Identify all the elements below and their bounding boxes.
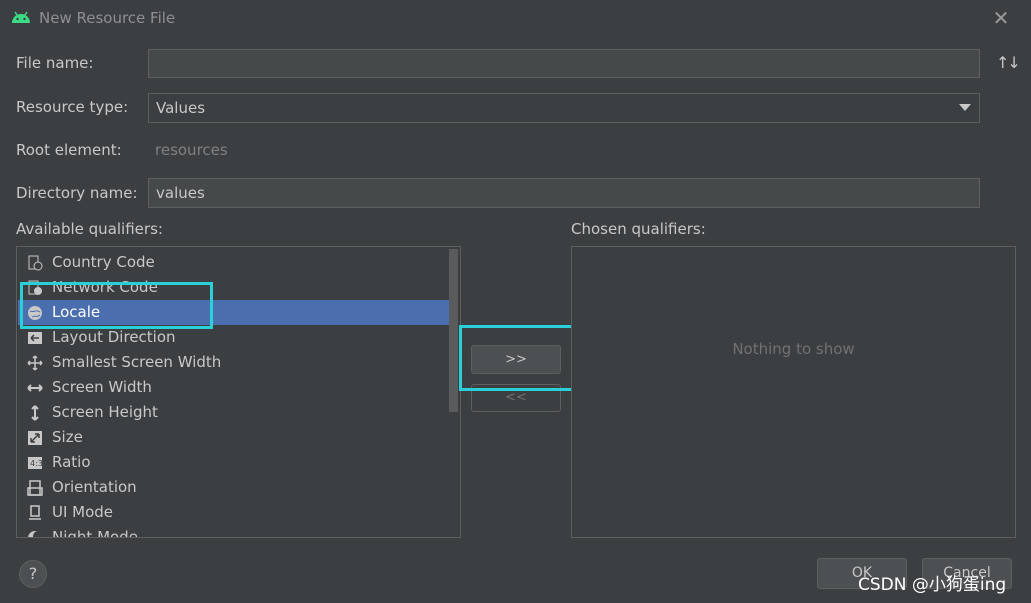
ratio-icon: 4:3 — [28, 457, 43, 469]
orientation-icon — [27, 480, 43, 496]
qualifier-label: Smallest Screen Width — [52, 353, 222, 371]
window-title: New Resource File — [39, 9, 176, 27]
qualifier-label: Orientation — [52, 478, 137, 496]
directory-name-input[interactable]: values — [148, 178, 980, 208]
qualifier-label: Screen Width — [52, 378, 152, 396]
qualifier-item-smallest-screen-width[interactable]: Smallest Screen Width — [18, 350, 450, 375]
qualifier-item-night-mode[interactable]: Night Mode — [18, 525, 450, 538]
qualifier-item-size[interactable]: Size — [18, 425, 450, 450]
qualifier-label: Ratio — [52, 453, 91, 471]
qualifier-label: UI Mode — [52, 503, 114, 521]
directory-name-label: Directory name: — [16, 184, 138, 202]
resource-type-select[interactable]: Values — [148, 93, 980, 123]
smallest-width-icon — [27, 355, 43, 371]
qualifier-item-ratio[interactable]: 4:3 Ratio — [18, 450, 450, 475]
empty-state-text: Nothing to show — [732, 340, 855, 358]
available-qualifiers-label: Available qualifiers: — [16, 220, 163, 238]
qualifier-label: Country Code — [52, 253, 155, 271]
chevron-down-icon — [959, 104, 971, 111]
watermark-text: CSDN @小狗蛋ing — [858, 575, 1007, 595]
resource-type-value: Values — [156, 99, 206, 117]
help-button[interactable]: ? — [19, 560, 47, 588]
qualifier-label: Night Mode — [52, 528, 138, 538]
country-code-icon — [28, 255, 43, 271]
screen-height-icon — [31, 405, 39, 421]
qualifier-label: Screen Height — [52, 403, 158, 421]
list-scrollbar-track[interactable] — [449, 247, 460, 537]
file-name-label: File name: — [16, 54, 94, 72]
night-mode-icon — [28, 531, 43, 537]
qualifier-item-screen-height[interactable]: Screen Height — [18, 400, 450, 425]
qualifier-item-ui-mode[interactable]: UI Mode — [18, 500, 450, 525]
android-icon — [12, 11, 30, 23]
chosen-qualifiers-label: Chosen qualifiers: — [571, 220, 706, 238]
screen-width-icon — [27, 384, 43, 392]
close-icon[interactable]: ✕ — [990, 7, 1012, 29]
resource-type-label: Resource type: — [16, 98, 129, 116]
qualifier-label: Size — [52, 428, 83, 446]
qualifier-item-orientation[interactable]: Orientation — [18, 475, 450, 500]
qualifier-item-country-code[interactable]: Country Code — [18, 250, 450, 275]
list-scrollbar-thumb[interactable] — [449, 249, 458, 412]
sort-icon[interactable]: ↑↓ — [996, 53, 1021, 75]
svg-text:4:3: 4:3 — [30, 459, 43, 468]
layout-direction-icon — [28, 332, 42, 344]
qualifier-item-screen-width[interactable]: Screen Width — [18, 375, 450, 400]
ui-mode-icon — [29, 505, 41, 520]
root-element-label: Root element: — [16, 141, 122, 159]
chosen-qualifiers-list[interactable]: Nothing to show — [571, 246, 1016, 538]
title-bar: New Resource File ✕ — [0, 0, 1031, 36]
root-element-value: resources — [155, 141, 228, 159]
size-icon — [28, 431, 42, 445]
annotation-box-locale — [20, 282, 213, 329]
file-name-input[interactable] — [148, 49, 980, 78]
